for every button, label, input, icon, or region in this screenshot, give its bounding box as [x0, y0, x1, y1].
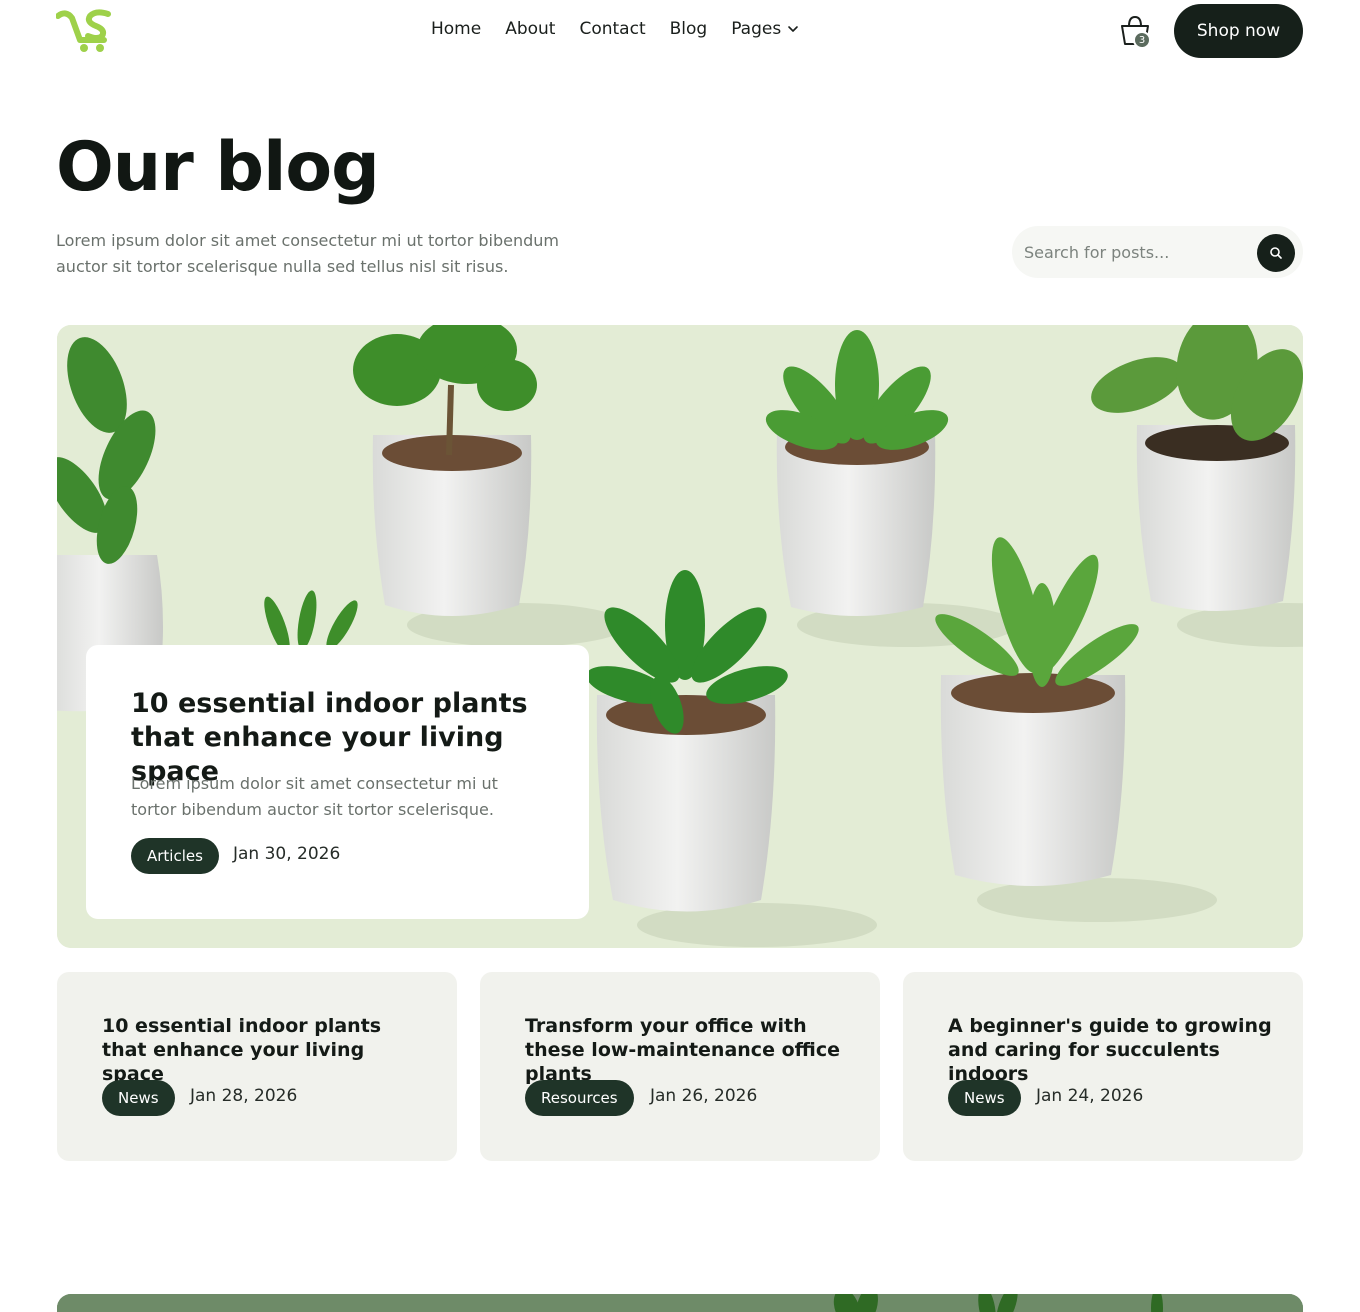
chevron-down-icon [788, 26, 799, 32]
next-section-banner [57, 1294, 1303, 1312]
post-title[interactable]: A beginner's guide to growing and caring… [948, 1014, 1278, 1086]
search-input[interactable] [1024, 226, 1254, 278]
nav-pages-dropdown[interactable]: Pages [731, 19, 799, 39]
post-card[interactable]: 10 essential indoor plants that enhance … [57, 972, 457, 1161]
post-date: Jan 26, 2026 [650, 1086, 758, 1106]
shop-now-button[interactable]: Shop now [1174, 4, 1303, 58]
site-header: Home About Contact Blog Pages 3 Shop now [0, 0, 1360, 64]
nav-home[interactable]: Home [431, 19, 481, 39]
featured-post-tag[interactable]: Articles [131, 838, 219, 874]
featured-post-date: Jan 30, 2026 [233, 844, 341, 864]
logo-cart-icon[interactable] [56, 6, 114, 54]
search-box [1012, 226, 1303, 278]
post-title[interactable]: Transform your office with these low-mai… [525, 1014, 855, 1086]
nav-pages-label: Pages [731, 19, 782, 39]
main-nav: Home About Contact Blog Pages [431, 19, 799, 39]
post-tag[interactable]: Resources [525, 1080, 634, 1116]
post-date: Jan 24, 2026 [1036, 1086, 1144, 1106]
nav-blog[interactable]: Blog [670, 19, 708, 39]
plants-banner-image [57, 1294, 1303, 1312]
post-card[interactable]: Transform your office with these low-mai… [480, 972, 880, 1161]
search-button[interactable] [1257, 234, 1295, 272]
page-description: Lorem ipsum dolor sit amet consectetur m… [56, 231, 559, 276]
cart-count-badge: 3 [1133, 31, 1151, 49]
page-title: Our blog [56, 128, 380, 207]
featured-post-excerpt: Lorem ipsum dolor sit amet consectetur m… [131, 774, 498, 819]
nav-contact[interactable]: Contact [579, 19, 645, 39]
post-tag[interactable]: News [948, 1080, 1021, 1116]
nav-about[interactable]: About [505, 19, 555, 39]
post-date: Jan 28, 2026 [190, 1086, 298, 1106]
post-card[interactable]: A beginner's guide to growing and caring… [903, 972, 1303, 1161]
post-title[interactable]: 10 essential indoor plants that enhance … [102, 1014, 432, 1086]
search-icon [1270, 247, 1282, 259]
post-tag[interactable]: News [102, 1080, 175, 1116]
featured-post-card[interactable]: 10 essential indoor plants that enhance … [86, 645, 589, 919]
